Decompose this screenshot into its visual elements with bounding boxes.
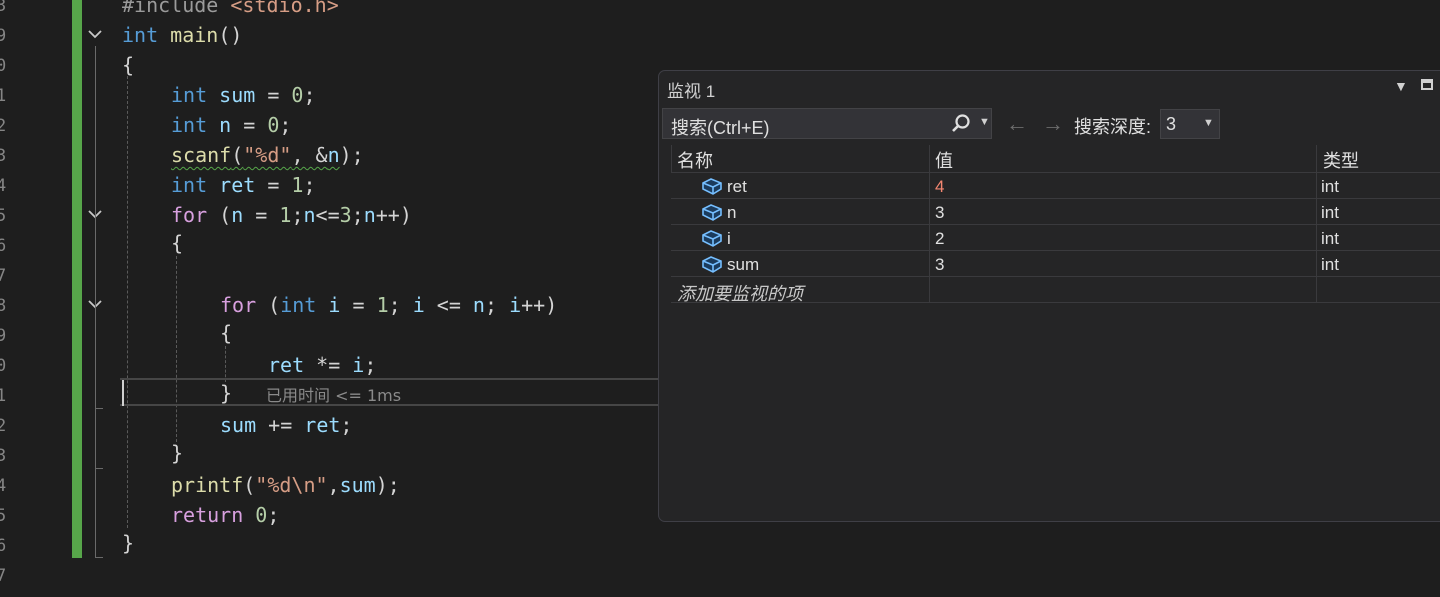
- line-number: 3: [0, 446, 7, 466]
- back-arrow-icon[interactable]: ←: [1006, 111, 1028, 137]
- perf-tip: 已用时间 <= 1ms: [266, 386, 402, 405]
- forward-arrow-icon[interactable]: →: [1042, 111, 1064, 137]
- line-number: 1: [0, 86, 7, 106]
- watch-row-type: int: [1321, 229, 1339, 248]
- line-number: 9: [0, 26, 7, 46]
- variable-icon: [702, 178, 722, 195]
- code-line: int main(): [122, 23, 243, 47]
- line-number: 0: [0, 56, 7, 76]
- line-number: 5: [0, 506, 7, 526]
- column-header-type[interactable]: 类型: [1323, 147, 1359, 171]
- changes-bar: [72, 0, 82, 558]
- row-divider: [671, 250, 1440, 251]
- search-options-chevron-icon[interactable]: ▼: [979, 116, 990, 128]
- line-number: 0: [0, 356, 7, 376]
- code-line: sum += ret;: [220, 413, 353, 437]
- code-line: {: [122, 53, 135, 77]
- variable-icon: [702, 256, 722, 273]
- line-number: 6: [0, 236, 7, 256]
- search-depth-select[interactable]: 3 ▼: [1160, 109, 1220, 139]
- column-divider[interactable]: [1316, 145, 1317, 302]
- collapse-chevron-icon[interactable]: [86, 25, 104, 43]
- code-line: scanf("%d", &n);: [171, 143, 364, 167]
- code-line: #include <stdio.h>: [122, 0, 339, 17]
- outline-line: [95, 468, 103, 469]
- row-divider: [671, 224, 1440, 225]
- watch-row-value[interactable]: 4: [935, 177, 944, 197]
- line-number: 5: [0, 206, 7, 226]
- line-number: 6: [0, 536, 7, 556]
- search-input[interactable]: 搜索(Ctrl+E) ▼: [662, 108, 992, 139]
- code-line: int ret = 1;: [171, 173, 316, 197]
- watch-row-type: int: [1321, 203, 1339, 222]
- code-line: return 0;: [171, 503, 280, 527]
- code-line: {: [220, 321, 233, 345]
- code-line: int n = 0;: [171, 113, 292, 137]
- maximize-icon[interactable]: [1421, 79, 1433, 90]
- line-number: 8: [0, 296, 7, 316]
- row-divider: [671, 276, 1440, 277]
- row-divider: [671, 172, 1440, 173]
- outline-line: [95, 408, 103, 409]
- column-divider[interactable]: [929, 145, 930, 302]
- indent-guide: [225, 346, 226, 382]
- line-number: 4: [0, 476, 7, 496]
- watch-row-value[interactable]: 3: [935, 203, 944, 223]
- column-header-name[interactable]: 名称: [677, 147, 713, 171]
- line-number: 2: [0, 116, 7, 136]
- line-number: 3: [0, 146, 7, 166]
- watch-row-name: n: [727, 203, 737, 222]
- chevron-down-icon: ▼: [1203, 117, 1214, 129]
- variable-icon: [702, 230, 722, 247]
- outline-line: [95, 557, 103, 558]
- column-header-value[interactable]: 值: [935, 147, 953, 171]
- watch-window[interactable]: 监视 1 ▼ 搜索(Ctrl+E) ▼ ← → 搜索深度: 3 ▼ 名称 值 类…: [658, 70, 1440, 522]
- line-number: 4: [0, 176, 7, 196]
- watch-row-type: int: [1321, 255, 1339, 274]
- text-cursor: [122, 380, 124, 406]
- code-line: {: [171, 231, 184, 255]
- code-line: for (n = 1;n<=3;n++): [171, 203, 412, 227]
- line-number: 7: [0, 266, 7, 286]
- watch-row-name: i: [727, 229, 731, 248]
- watch-row-name: sum: [727, 255, 760, 274]
- watch-title: 监视 1: [667, 82, 716, 101]
- add-watch-item[interactable]: 添加要监视的项: [677, 280, 803, 306]
- watch-row-name: ret: [727, 177, 747, 196]
- code-line: ret *= i;: [268, 353, 377, 377]
- line-number: 9: [0, 326, 7, 346]
- watch-row-value[interactable]: 2: [935, 229, 944, 249]
- outline-line: [95, 46, 96, 558]
- watch-row-value[interactable]: 3: [935, 255, 944, 275]
- code-line: }: [122, 531, 135, 555]
- line-number: 2: [0, 416, 7, 436]
- search-placeholder: 搜索(Ctrl+E): [671, 118, 770, 138]
- watch-row-type: int: [1321, 177, 1339, 196]
- line-number: 1: [0, 386, 7, 406]
- indent-guide: [127, 76, 128, 528]
- code-line: for (int i = 1; i <= n; i++): [220, 293, 558, 317]
- search-depth-value: 3: [1166, 114, 1177, 134]
- code-line: printf("%d\n",sum);: [171, 473, 400, 497]
- row-divider: [671, 198, 1440, 199]
- indent-guide: [176, 256, 177, 442]
- code-line: }: [171, 441, 184, 465]
- code-line: int sum = 0;: [171, 83, 316, 107]
- search-depth-label: 搜索深度:: [1074, 117, 1152, 137]
- line-number: 3: [0, 0, 7, 16]
- column-divider: [671, 145, 672, 172]
- code-line: }: [220, 381, 233, 405]
- window-menu-dropdown-icon[interactable]: ▼: [1394, 78, 1408, 94]
- line-number: 7: [0, 566, 7, 586]
- search-icon[interactable]: [950, 113, 972, 135]
- variable-icon: [702, 204, 722, 221]
